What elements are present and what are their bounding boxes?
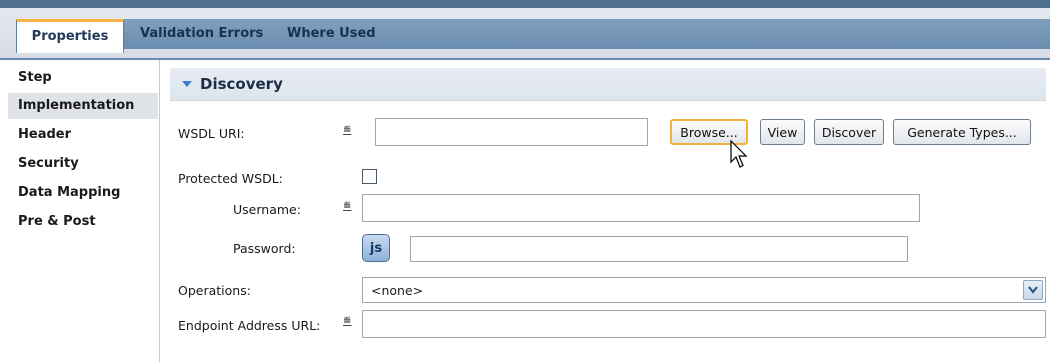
- password-label: Password:: [233, 241, 296, 256]
- tab-properties[interactable]: Properties: [16, 19, 124, 53]
- sidebar-item-security[interactable]: Security: [8, 151, 158, 177]
- operations-select[interactable]: <none>: [362, 277, 1046, 303]
- wsdl-hash-icon[interactable]: ≝: [343, 125, 351, 136]
- endpoint-hash-icon[interactable]: ≝: [343, 316, 351, 327]
- endpoint-url-label: Endpoint Address URL:: [178, 318, 321, 333]
- tab-where-used[interactable]: Where Used: [287, 26, 376, 41]
- discover-button[interactable]: Discover: [814, 119, 884, 145]
- endpoint-url-input[interactable]: [362, 310, 1046, 338]
- chevron-down-icon[interactable]: [1023, 280, 1043, 300]
- mouse-cursor-icon: [730, 140, 748, 168]
- username-label: Username:: [233, 202, 301, 217]
- username-input[interactable]: [362, 194, 920, 222]
- operations-selected-value: <none>: [371, 282, 424, 298]
- top-strip: [0, 0, 1050, 8]
- section-title: Discovery: [200, 75, 283, 93]
- protected-wsdl-label: Protected WSDL:: [178, 171, 283, 186]
- sidebar: Step Implementation Header Security Data…: [0, 60, 160, 362]
- discovery-section-header[interactable]: Discovery: [170, 68, 1046, 101]
- generate-types-button[interactable]: Generate Types...: [893, 119, 1031, 145]
- wsdl-uri-input[interactable]: [375, 118, 648, 146]
- username-hash-icon[interactable]: ≝: [343, 201, 351, 212]
- sidebar-item-pre-post[interactable]: Pre & Post: [8, 209, 158, 235]
- protected-wsdl-checkbox[interactable]: [362, 169, 377, 184]
- js-script-button[interactable]: js: [362, 234, 390, 262]
- expand-triangle-icon[interactable]: [182, 81, 192, 87]
- operations-label: Operations:: [178, 283, 251, 298]
- sidebar-item-header[interactable]: Header: [8, 122, 158, 148]
- sidebar-item-implementation[interactable]: Implementation: [8, 93, 158, 119]
- sidebar-item-data-mapping[interactable]: Data Mapping: [8, 180, 158, 206]
- sidebar-item-step[interactable]: Step: [8, 65, 158, 91]
- tab-validation-errors[interactable]: Validation Errors: [140, 26, 263, 41]
- password-input[interactable]: [410, 236, 908, 262]
- wsdl-uri-label: WSDL URI:: [178, 126, 245, 141]
- view-button[interactable]: View: [760, 119, 805, 145]
